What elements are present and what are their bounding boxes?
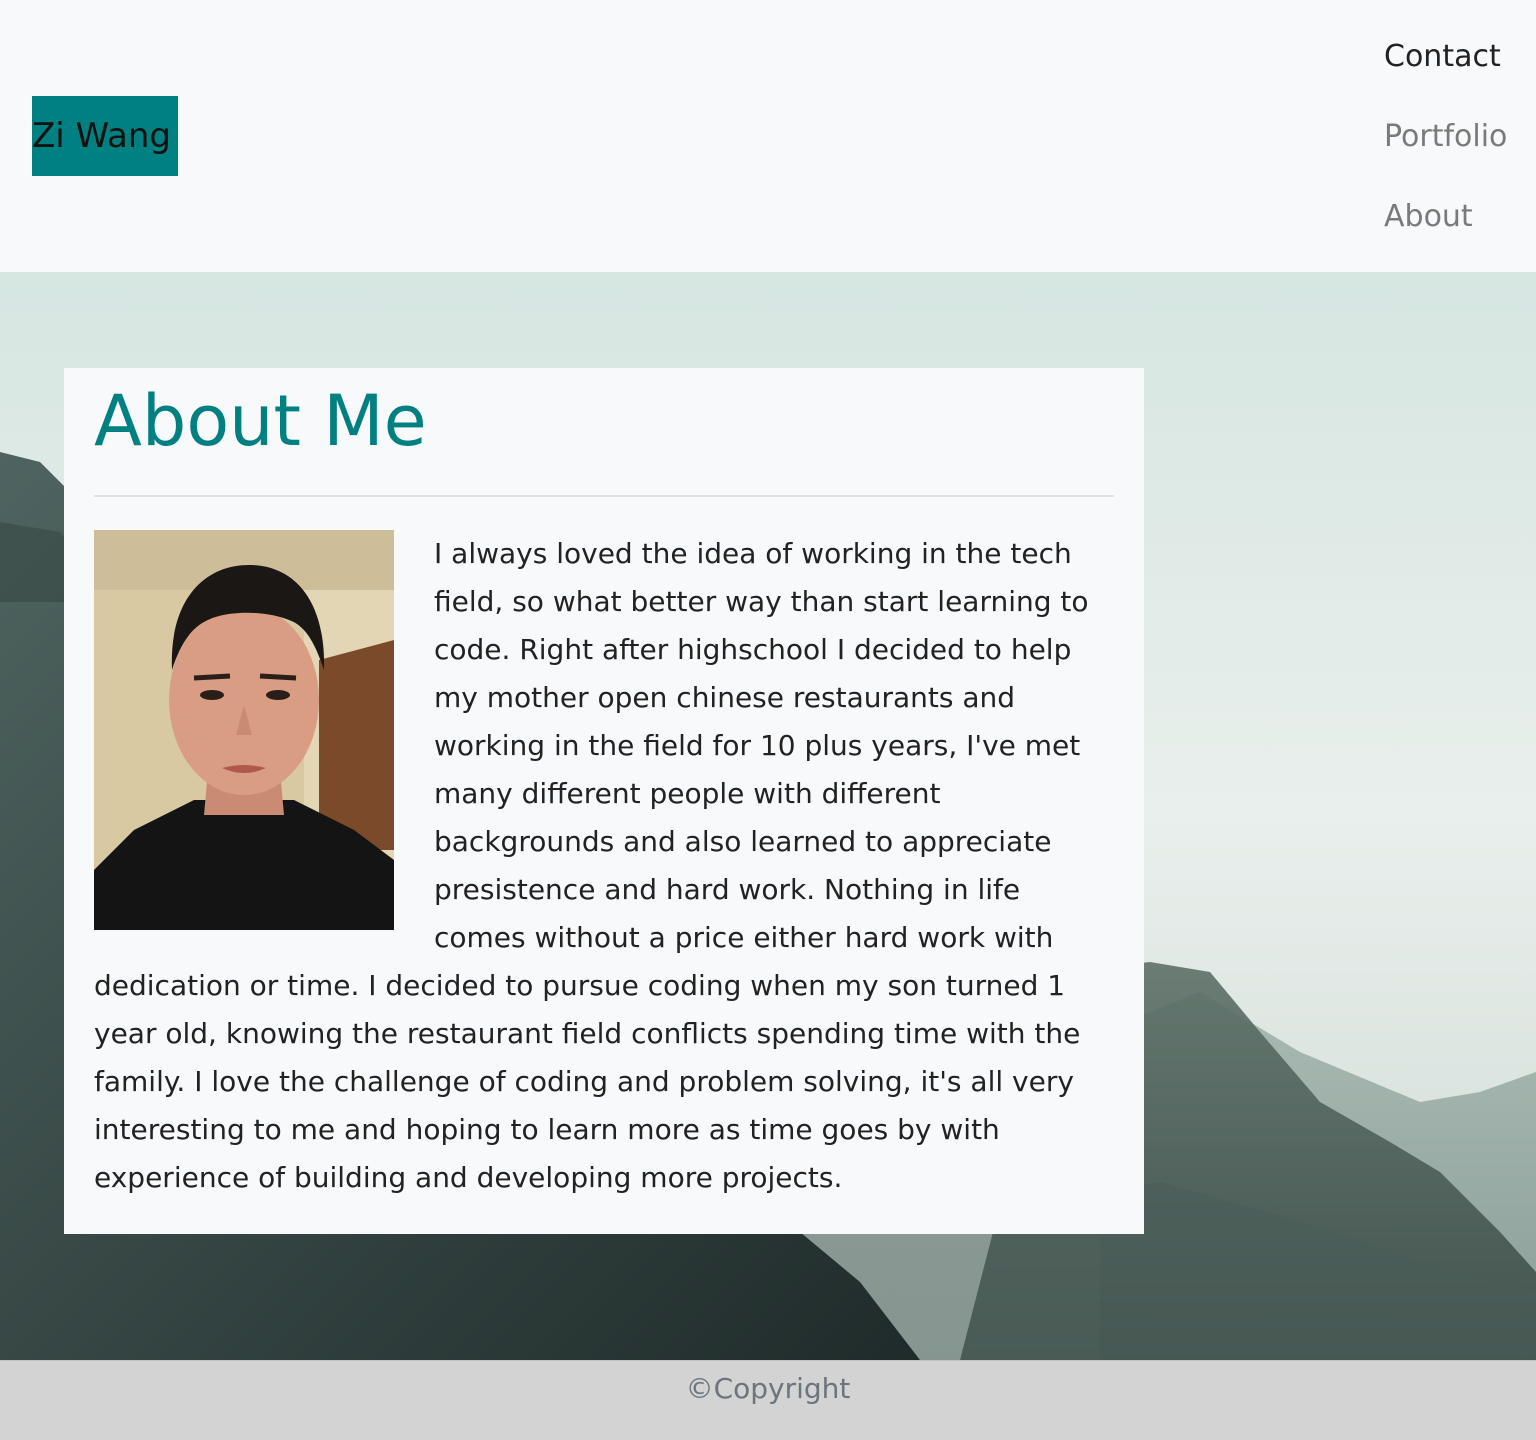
nav-portfolio-link[interactable]: Portfolio: [1384, 117, 1507, 157]
portrait-image: [94, 530, 394, 930]
about-content: I always loved the idea of working in th…: [94, 530, 1114, 1202]
footer: ©Copyright: [0, 1360, 1536, 1440]
divider: [94, 495, 1114, 497]
about-title: About Me: [94, 380, 427, 462]
copyright-text: ©Copyright: [685, 1372, 851, 1405]
nav-contact-link[interactable]: Contact: [1384, 37, 1501, 77]
navbar: Zi Wang Contact Portfolio About: [0, 0, 1536, 272]
nav-about-link[interactable]: About: [1384, 197, 1473, 237]
brand-link[interactable]: Zi Wang: [32, 96, 178, 176]
profile-photo: [94, 530, 394, 930]
about-card: About Me I always loved the idea of work…: [64, 368, 1144, 1234]
